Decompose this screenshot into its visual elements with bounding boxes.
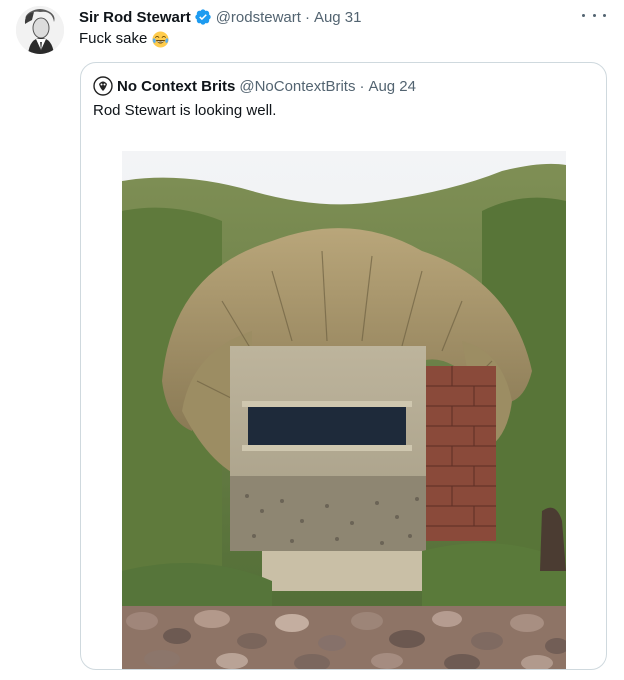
tweet-date[interactable]: Aug 31 <box>314 9 362 26</box>
tweet-text: Fuck sake <box>79 29 169 49</box>
tweet[interactable]: Sir Rod Stewart @rodstewart · Aug 31 Fuc… <box>0 0 624 680</box>
separator-dot: · <box>304 8 310 26</box>
quoted-author-avatar <box>93 76 113 96</box>
bunker-with-grass-image <box>122 151 566 669</box>
author-handle[interactable]: @rodstewart <box>216 9 301 26</box>
tweet-text-content: Fuck sake <box>79 30 148 47</box>
quoted-author-handle: @NoContextBrits <box>239 77 356 95</box>
quoted-separator-dot: · <box>359 77 365 95</box>
quoted-author-avatar-image <box>93 76 113 96</box>
tweet-header: Sir Rod Stewart @rodstewart · Aug 31 <box>79 6 362 28</box>
more-options-icon[interactable] <box>582 6 606 24</box>
quoted-tweet-header: No Context Brits @NoContextBrits · Aug 2… <box>93 75 416 97</box>
quoted-tweet-photo[interactable] <box>122 151 566 669</box>
quoted-author-name: No Context Brits <box>117 77 236 95</box>
verified-badge-icon <box>195 9 211 25</box>
quoted-tweet-text: Rod Stewart is looking well. <box>93 102 277 119</box>
quoted-tweet[interactable]: No Context Brits @NoContextBrits · Aug 2… <box>80 62 607 670</box>
quoted-tweet-date: Aug 24 <box>368 77 416 95</box>
author-name[interactable]: Sir Rod Stewart <box>79 9 191 26</box>
author-avatar[interactable] <box>16 6 64 54</box>
author-avatar-image <box>16 6 64 54</box>
tears-of-joy-emoji-icon <box>152 30 169 48</box>
